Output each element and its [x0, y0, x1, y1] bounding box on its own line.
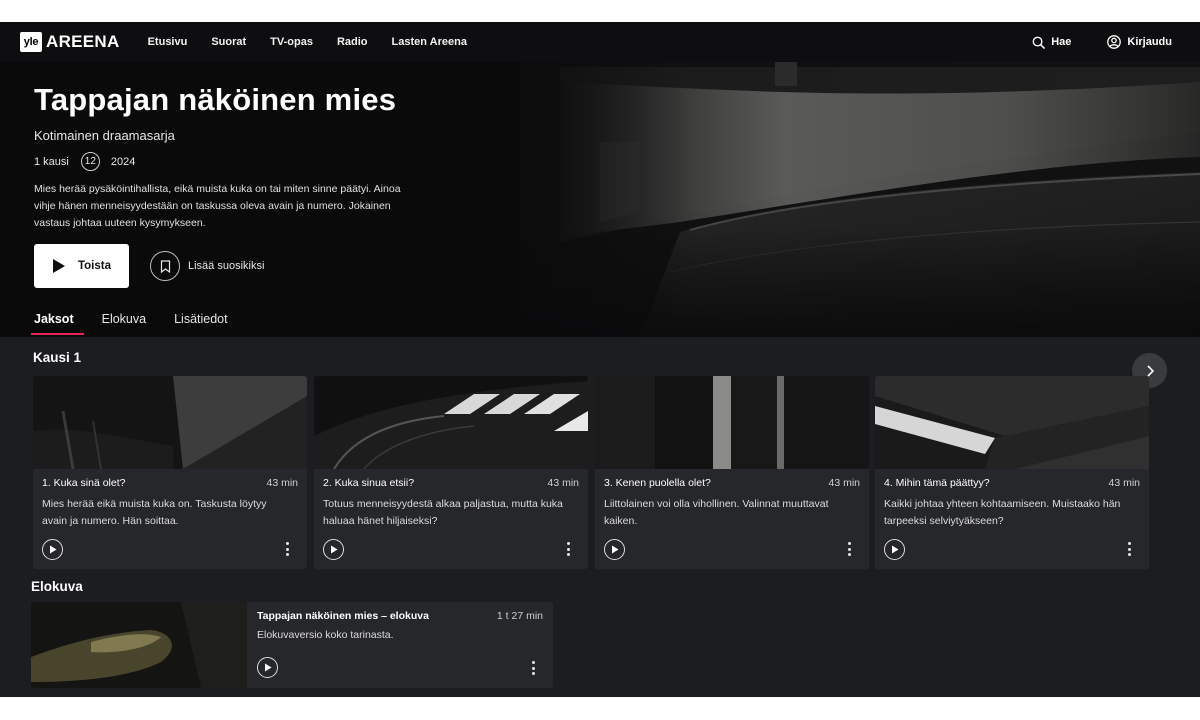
episode-duration: 43 min [828, 477, 860, 489]
login-label: Kirjaudu [1127, 36, 1172, 48]
episode-thumbnail [314, 376, 588, 469]
movie-duration: 1 t 27 min [496, 610, 543, 622]
episode-card[interactable]: 4. Mihin tämä päättyy? 43 min Kaikki joh… [875, 376, 1149, 569]
search-icon [1032, 36, 1046, 49]
page-title: Tappajan näköinen mies [34, 82, 397, 117]
play-icon [611, 545, 618, 554]
areena-wordmark: AREENA [46, 32, 120, 51]
search-label: Hae [1051, 36, 1072, 48]
yle-areena-logo[interactable]: yle AREENA [20, 32, 120, 52]
play-icon [52, 259, 65, 273]
favorite-label: Lisää suosikiksi [188, 260, 265, 272]
nav-link-suorat[interactable]: Suorat [211, 36, 246, 48]
episode-duration: 43 min [266, 477, 298, 489]
episode-duration: 43 min [1108, 477, 1140, 489]
episode-header: 2. Kuka sinua etsii? 43 min [323, 477, 579, 489]
episode-description: Mies herää eikä muista kuka on. Taskusta… [42, 498, 267, 527]
tab-elokuva[interactable]: Elokuva [102, 312, 146, 333]
episode-card[interactable]: 2. Kuka sinua etsii? 43 min Totuus menne… [314, 376, 588, 569]
add-favorite-button[interactable]: Lisää suosikiksi [150, 251, 264, 281]
app-frame: yle AREENA Etusivu Suorat TV-opas Radio … [0, 22, 1200, 697]
nav-link-lasten-areena[interactable]: Lasten Areena [392, 36, 467, 48]
episode-header: 4. Mihin tämä päättyy? 43 min [884, 477, 1140, 489]
hero-banner: Tappajan näköinen mies Kotimainen draama… [0, 62, 1200, 337]
chevron-right-icon [1146, 364, 1154, 377]
episode-description: Totuus menneisyydestä alkaa paljastua, m… [323, 498, 563, 527]
nav-link-tv-opas[interactable]: TV-opas [270, 36, 313, 48]
episode-play-button[interactable] [42, 539, 63, 560]
nav-link-radio[interactable]: Radio [337, 36, 368, 48]
season-title: Kausi 1 [33, 350, 82, 365]
episode-title: 4. Mihin tämä päättyy? [884, 477, 990, 489]
movie-description: Elokuvaversio koko tarinasta. [257, 629, 394, 641]
episode-play-button[interactable] [884, 539, 905, 560]
movie-title: Tappajan näköinen mies – elokuva [257, 610, 429, 622]
movie-header: Tappajan näköinen mies – elokuva 1 t 27 … [257, 610, 543, 622]
more-options-icon[interactable] [285, 542, 289, 559]
episode-thumbnail [875, 376, 1149, 469]
play-button[interactable]: Toista [34, 244, 129, 288]
more-options-icon[interactable] [566, 542, 570, 559]
series-subtitle: Kotimainen draamasarja [34, 128, 175, 143]
movie-section-title: Elokuva [31, 579, 83, 594]
play-label: Toista [77, 260, 111, 272]
nav-actions: Hae Kirjaudu [996, 35, 1172, 49]
episode-card[interactable]: 3. Kenen puolella olet? 43 min Liittolai… [595, 376, 869, 569]
movie-thumbnail [31, 602, 247, 688]
movie-play-button[interactable] [257, 657, 278, 678]
play-icon [330, 545, 337, 554]
release-year: 2024 [110, 155, 136, 168]
series-description: Mies herää pysäköintihallista, eikä muis… [34, 183, 401, 229]
hero-actions: Toista Lisää suosikiksi [34, 244, 554, 288]
age-rating-badge: 12 [80, 152, 100, 171]
bookmark-icon [150, 251, 180, 281]
nav-links: Etusivu Suorat TV-opas Radio Lasten Aree… [148, 36, 491, 48]
episode-play-button[interactable] [604, 539, 625, 560]
play-icon [49, 545, 56, 554]
episode-thumbnail [33, 376, 307, 469]
season-count: 1 kausi [34, 155, 69, 168]
episode-title: 3. Kenen puolella olet? [604, 477, 711, 489]
content-tabs: Jaksot Elokuva Lisätiedot [31, 312, 256, 335]
episode-description: Liittolainen voi olla vihollinen. Valinn… [604, 498, 829, 527]
top-navigation: yle AREENA Etusivu Suorat TV-opas Radio … [0, 22, 1200, 62]
episode-description: Kaikki johtaa yhteen kohtaamiseen. Muist… [884, 498, 1121, 527]
episode-thumbnail [595, 376, 869, 469]
episode-card[interactable]: 1. Kuka sinä olet? 43 min Mies herää eik… [33, 376, 307, 569]
search-button[interactable]: Hae [1032, 36, 1071, 49]
more-options-icon[interactable] [1127, 542, 1131, 559]
episode-header: 1. Kuka sinä olet? 43 min [42, 477, 298, 489]
episode-header: 3. Kenen puolella olet? 43 min [604, 477, 860, 489]
episode-title: 2. Kuka sinua etsii? [323, 477, 415, 489]
play-icon [264, 663, 271, 672]
user-icon [1107, 35, 1122, 49]
tab-jaksot[interactable]: Jaksot [31, 312, 84, 335]
nav-link-etusivu[interactable]: Etusivu [148, 36, 188, 48]
series-meta: 1 kausi 12 2024 [34, 152, 554, 171]
more-options-icon[interactable] [531, 661, 535, 678]
tab-lisatiedot[interactable]: Lisätiedot [174, 312, 228, 333]
play-icon [891, 545, 898, 554]
movie-card[interactable]: Tappajan näköinen mies – elokuva 1 t 27 … [31, 602, 553, 688]
hero-content: Tappajan näköinen mies Kotimainen draama… [34, 62, 554, 288]
login-button[interactable]: Kirjaudu [1107, 35, 1172, 49]
episode-play-button[interactable] [323, 539, 344, 560]
episode-duration: 43 min [547, 477, 579, 489]
more-options-icon[interactable] [847, 542, 851, 559]
episode-title: 1. Kuka sinä olet? [42, 477, 126, 489]
yle-logo-box: yle [20, 32, 42, 52]
